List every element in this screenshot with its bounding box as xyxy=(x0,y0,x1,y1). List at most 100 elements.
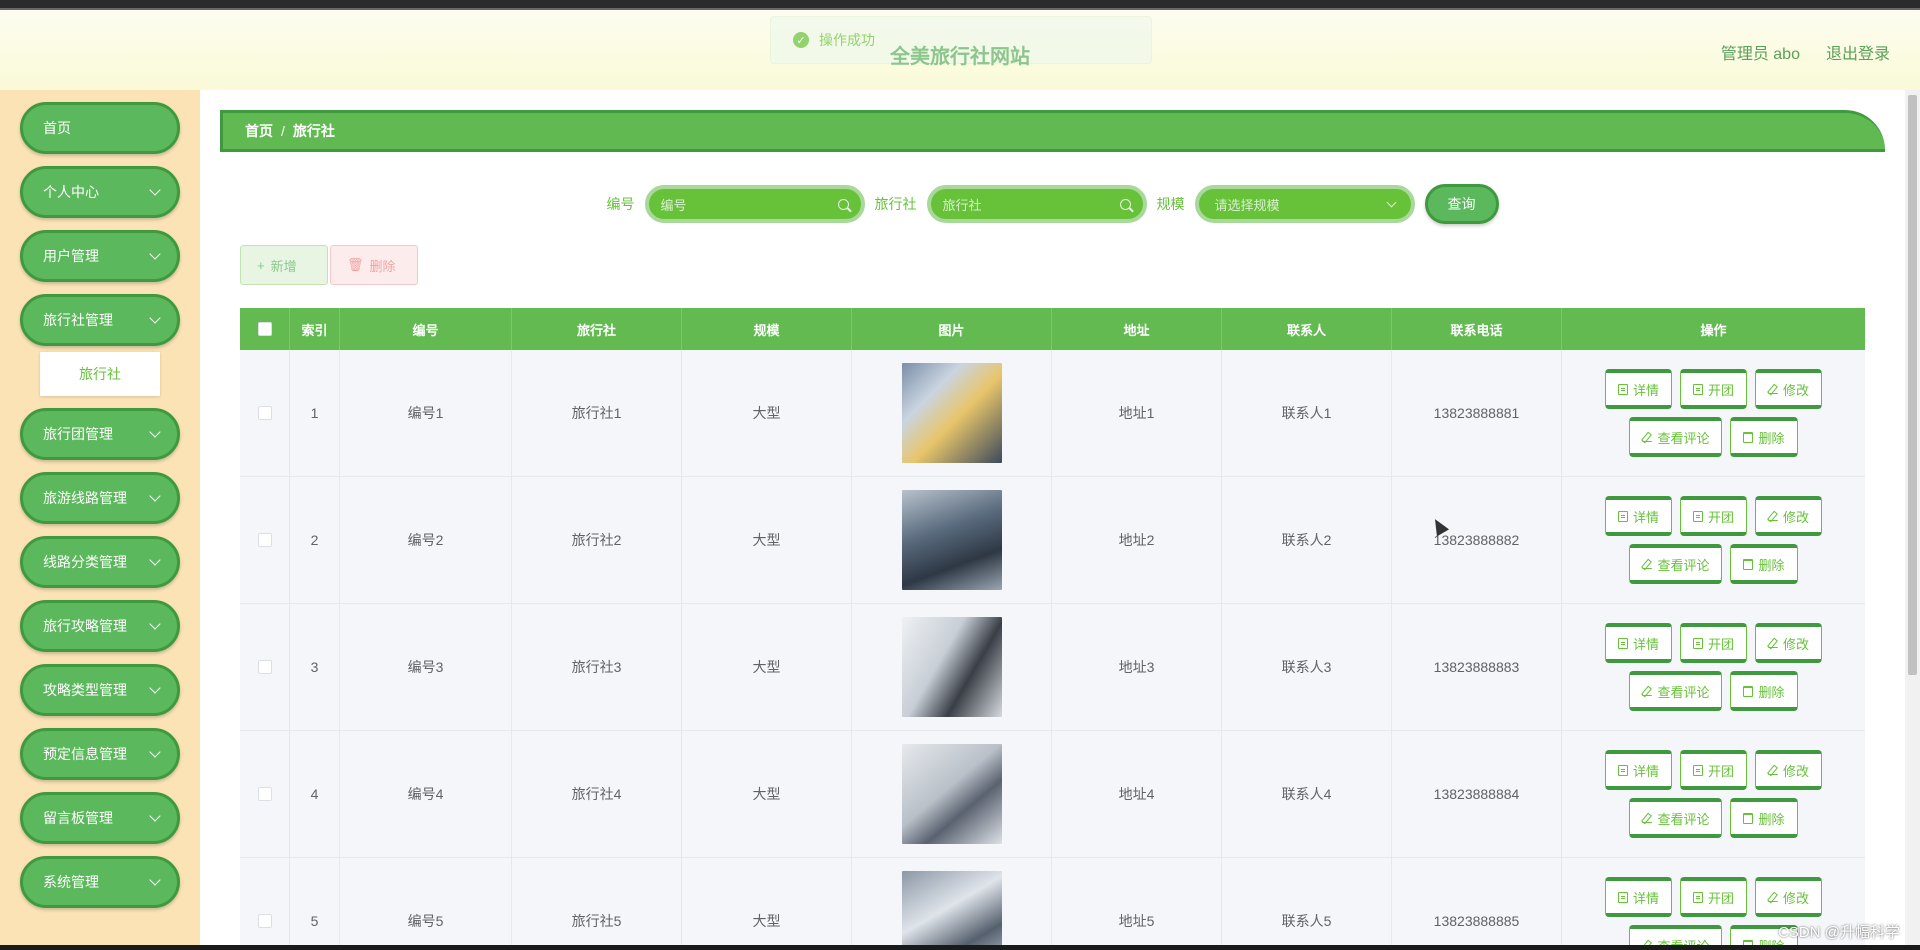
sidebar-item-bookings[interactable]: 预定信息管理 xyxy=(20,728,180,780)
add-button[interactable]: + 新增 xyxy=(240,245,328,285)
row-checkbox[interactable] xyxy=(257,406,272,420)
edit-pen-icon xyxy=(1642,432,1653,442)
trash-icon: 🗑 xyxy=(347,257,364,272)
page-scrollbar[interactable] xyxy=(1905,90,1920,945)
row-checkbox[interactable] xyxy=(257,914,272,928)
row-operations: 详情 开团 修改查看评论 删除 xyxy=(1604,750,1823,838)
cell-operations: 详情 开团 修改查看评论 删除 xyxy=(1562,477,1865,603)
sidebar-item-routes[interactable]: 旅游线路管理 xyxy=(20,472,180,524)
breadcrumb-home[interactable]: 首页 xyxy=(245,121,273,141)
sidebar-item-label: 用户管理 xyxy=(43,248,99,264)
office-photo-thumbnail[interactable] xyxy=(901,744,1002,844)
chevron-down-icon xyxy=(149,810,161,822)
scrollbar-thumb[interactable] xyxy=(1908,95,1917,675)
edit-button[interactable]: 修改 xyxy=(1755,623,1823,663)
open-group-button[interactable]: 开团 xyxy=(1679,877,1747,917)
edit-button[interactable]: 修改 xyxy=(1755,369,1823,409)
edit-pen-icon xyxy=(1768,638,1778,648)
view-comments-button[interactable]: 查看评论 xyxy=(1629,417,1723,457)
edit-pen-icon xyxy=(1768,892,1778,902)
open-group-button[interactable]: 开团 xyxy=(1679,750,1747,790)
row-checkbox[interactable] xyxy=(257,787,272,801)
sidebar-item-guides[interactable]: 旅行攻略管理 xyxy=(20,600,180,652)
cell-index: 3 xyxy=(290,604,340,730)
chevron-down-icon xyxy=(149,184,161,196)
cell-contact: 联系人4 xyxy=(1222,731,1392,857)
detail-button[interactable]: 详情 xyxy=(1604,369,1672,409)
office-photo-thumbnail[interactable] xyxy=(901,617,1002,717)
office-photo-thumbnail[interactable] xyxy=(901,871,1002,945)
cell-address: 地址3 xyxy=(1052,604,1222,730)
sidebar-item-route-category[interactable]: 线路分类管理 xyxy=(20,536,180,588)
cell-code: 编号1 xyxy=(340,350,512,476)
edit-pen-icon xyxy=(1768,511,1778,521)
row-select-cell xyxy=(240,604,290,730)
cell-size: 大型 xyxy=(682,350,852,476)
detail-button[interactable]: 详情 xyxy=(1604,496,1672,536)
view-comments-button[interactable]: 查看评论 xyxy=(1629,925,1723,945)
sidebar-item-agency-mgmt[interactable]: 旅行社管理 xyxy=(20,294,180,346)
document-icon xyxy=(1692,383,1703,395)
edit-button[interactable]: 修改 xyxy=(1755,750,1823,790)
header-image: 图片 xyxy=(852,308,1052,350)
batch-delete-button[interactable]: 🗑 删除 xyxy=(330,245,418,285)
edit-button[interactable]: 修改 xyxy=(1755,877,1823,917)
view-comments-button[interactable]: 查看评论 xyxy=(1629,671,1723,711)
cell-phone: 13823888882 xyxy=(1392,477,1562,603)
document-icon xyxy=(1692,891,1703,903)
row-operations: 详情 开团 修改查看评论 删除 xyxy=(1604,369,1823,457)
row-delete-button[interactable]: 删除 xyxy=(1730,417,1798,457)
table-row: 2 编号2 旅行社2 大型 地址2 联系人2 13823888882 详情 开团 修改 查看评论 删除 xyxy=(240,477,1865,604)
select-all-checkbox[interactable] xyxy=(257,322,272,336)
office-photo-thumbnail[interactable] xyxy=(901,490,1002,590)
document-icon xyxy=(1617,510,1628,522)
detail-label: 详情 xyxy=(1632,890,1659,906)
row-delete-button[interactable]: 删除 xyxy=(1730,544,1798,584)
search-size-placeholder: 请选择规模 xyxy=(1214,197,1280,213)
sidebar-item-label: 旅行团管理 xyxy=(43,426,113,442)
sidebar-item-system[interactable]: 系统管理 xyxy=(20,856,180,908)
sidebar-item-profile[interactable]: 个人中心 xyxy=(20,166,180,218)
search-code-label: 编号 xyxy=(606,196,635,212)
edit-button[interactable]: 修改 xyxy=(1755,496,1823,536)
sidebar-item-messages[interactable]: 留言板管理 xyxy=(20,792,180,844)
header-user-area: 管理员 abo 退出登录 xyxy=(1721,40,1890,64)
search-code-input[interactable]: 编号 xyxy=(644,185,865,223)
sidebar-item-guide-types[interactable]: 攻略类型管理 xyxy=(20,664,180,716)
view-comments-button[interactable]: 查看评论 xyxy=(1629,544,1723,584)
document-icon xyxy=(1692,637,1703,649)
query-button[interactable]: 查询 xyxy=(1424,184,1499,224)
open-group-button[interactable]: 开团 xyxy=(1679,623,1747,663)
cell-address: 地址2 xyxy=(1052,477,1222,603)
search-size-select[interactable]: 请选择规模 xyxy=(1194,185,1415,223)
detail-button[interactable]: 详情 xyxy=(1604,877,1672,917)
sidebar-subitem-agency[interactable]: 旅行社 xyxy=(40,352,160,396)
search-agency-input[interactable]: 旅行社 xyxy=(926,185,1147,223)
edit-label: 修改 xyxy=(1783,763,1810,779)
detail-button[interactable]: 详情 xyxy=(1604,750,1672,790)
header-operations: 操作 xyxy=(1700,322,1727,338)
open-group-button[interactable]: 开团 xyxy=(1679,369,1747,409)
sidebar-item-users[interactable]: 用户管理 xyxy=(20,230,180,282)
cell-operations: 详情 开团 修改查看评论 删除 xyxy=(1562,604,1865,730)
row-delete-button[interactable]: 删除 xyxy=(1730,798,1798,838)
header-agency: 旅行社 xyxy=(512,308,682,350)
row-checkbox[interactable] xyxy=(257,533,272,547)
breadcrumb: 首页 / 旅行社 xyxy=(220,110,1885,152)
cell-contact: 联系人2 xyxy=(1222,477,1392,603)
sidebar-item-tour-group[interactable]: 旅行团管理 xyxy=(20,408,180,460)
table-row: 5编号5旅行社5大型 地址5联系人513823888885 详情 开团 修改查看评论删除 xyxy=(240,858,1865,945)
search-bar: 编号 编号 旅行社 旅行社 规模 请选择规模 查询 xyxy=(200,184,1905,224)
sidebar-item-label: 个人中心 xyxy=(43,184,99,200)
cell-agency: 旅行社4 xyxy=(512,731,682,857)
row-delete-button[interactable]: 删除 xyxy=(1730,671,1798,711)
office-photo-thumbnail[interactable] xyxy=(901,363,1002,463)
edit-pen-icon xyxy=(1642,559,1653,569)
open-group-button[interactable]: 开团 xyxy=(1679,496,1747,536)
sidebar-item-home[interactable]: 首页 xyxy=(20,102,180,154)
row-checkbox[interactable] xyxy=(257,660,272,674)
row-select-cell xyxy=(240,731,290,857)
logout-link[interactable]: 退出登录 xyxy=(1826,40,1890,64)
view-comments-button[interactable]: 查看评论 xyxy=(1629,798,1723,838)
detail-button[interactable]: 详情 xyxy=(1604,623,1672,663)
